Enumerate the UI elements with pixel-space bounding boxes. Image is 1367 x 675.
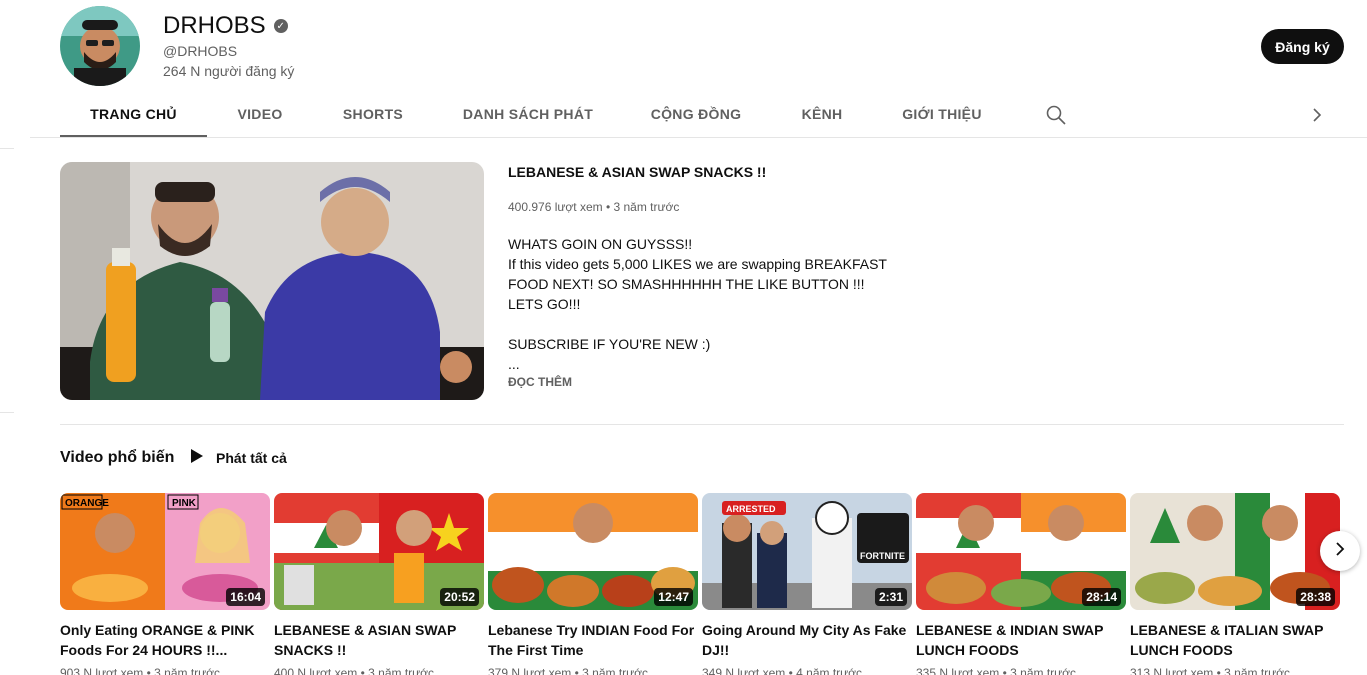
- video-meta: 349 N lượt xem • 4 năm trước: [702, 666, 863, 675]
- video-card[interactable]: ORANGE PINK 16:04 Only Eating ORANGE & P…: [60, 493, 270, 675]
- video-duration: 12:47: [654, 588, 693, 606]
- video-duration: 2:31: [874, 588, 907, 606]
- thumbnail-text: FORTNITE: [860, 551, 905, 561]
- video-duration: 16:04: [226, 588, 265, 606]
- featured-video-title[interactable]: LEBANESE & ASIAN SWAP SNACKS !!: [508, 164, 766, 180]
- video-title[interactable]: Going Around My City As Fake DJ!!: [702, 620, 912, 660]
- search-icon[interactable]: [1045, 104, 1067, 126]
- verified-icon: ✓: [273, 19, 288, 33]
- video-meta: 313 N lượt xem • 3 năm trước: [1130, 666, 1291, 675]
- subscriber-count: 264 N người đăng ký: [163, 63, 295, 79]
- channel-name: DRHOBS ✓: [163, 12, 288, 40]
- sidebar-edge: [0, 412, 14, 413]
- tab-shorts[interactable]: SHORTS: [330, 94, 416, 137]
- video-title[interactable]: LEBANESE & ASIAN SWAP SNACKS !!: [274, 620, 484, 660]
- channel-tabs: TRANG CHỦ VIDEO SHORTS DANH SÁCH PHÁT CỘ…: [30, 94, 1367, 138]
- video-thumbnail[interactable]: 20:52: [274, 493, 484, 610]
- video-thumbnail[interactable]: 28:14: [916, 493, 1126, 610]
- chevron-right-icon[interactable]: [1306, 104, 1328, 126]
- channel-handle: @DRHOBS: [163, 43, 238, 59]
- tab-videos[interactable]: VIDEO: [226, 94, 294, 137]
- video-card[interactable]: 12:47 Lebanese Try INDIAN Food For The F…: [488, 493, 698, 675]
- read-more-link[interactable]: ĐỌC THÊM: [508, 375, 572, 389]
- video-duration: 20:52: [440, 588, 479, 606]
- channel-avatar[interactable]: [60, 6, 140, 86]
- play-all-button[interactable]: Phát tất cả: [188, 448, 287, 467]
- video-title[interactable]: LEBANESE & INDIAN SWAP LUNCH FOODS: [916, 620, 1126, 660]
- thumbnail-text: ARRESTED: [726, 504, 776, 514]
- tab-home[interactable]: TRANG CHỦ: [60, 94, 207, 137]
- video-card[interactable]: ARRESTED FORTNITE 2:31 Going Around My C…: [702, 493, 912, 675]
- tab-community[interactable]: CỘNG ĐỒNG: [642, 94, 750, 137]
- featured-video-meta: 400.976 lượt xem • 3 năm trước: [508, 200, 680, 214]
- video-thumbnail[interactable]: ORANGE PINK 16:04: [60, 493, 270, 610]
- video-thumbnail[interactable]: 12:47: [488, 493, 698, 610]
- video-meta: 379 N lượt xem • 3 năm trước: [488, 666, 649, 675]
- subscribe-button[interactable]: Đăng ký: [1261, 29, 1344, 64]
- video-card[interactable]: 28:38 LEBANESE & ITALIAN SWAP LUNCH FOOD…: [1130, 493, 1340, 675]
- tab-about[interactable]: GIỚI THIỆU: [894, 94, 990, 137]
- video-card[interactable]: 20:52 LEBANESE & ASIAN SWAP SNACKS !! 40…: [274, 493, 484, 675]
- shelf-title[interactable]: Video phổ biến: [60, 449, 174, 467]
- description-line: If this video gets 5,000 LIKES we are sw…: [508, 256, 887, 312]
- play-icon: [188, 448, 204, 467]
- video-meta: 903 N lượt xem • 3 năm trước: [60, 666, 221, 675]
- video-duration: 28:14: [1082, 588, 1121, 606]
- featured-video-thumbnail[interactable]: [60, 162, 484, 400]
- tab-channels[interactable]: KÊNH: [788, 94, 856, 137]
- video-duration: 28:38: [1296, 588, 1335, 606]
- chevron-right-icon: [1331, 540, 1349, 563]
- video-thumbnail[interactable]: 28:38: [1130, 493, 1340, 610]
- description-line: [508, 314, 888, 334]
- shelf-next-button[interactable]: [1320, 531, 1360, 571]
- video-title[interactable]: LEBANESE & ITALIAN SWAP LUNCH FOODS: [1130, 620, 1340, 660]
- video-card[interactable]: 28:14 LEBANESE & INDIAN SWAP LUNCH FOODS…: [916, 493, 1126, 675]
- play-all-label: Phát tất cả: [216, 449, 287, 466]
- sidebar-edge: [0, 148, 14, 149]
- description-line: ...: [508, 356, 520, 372]
- video-thumbnail[interactable]: ARRESTED FORTNITE 2:31: [702, 493, 912, 610]
- video-meta: 335 N lượt xem • 3 năm trước: [916, 666, 1077, 675]
- video-title[interactable]: Only Eating ORANGE & PINK Foods For 24 H…: [60, 620, 270, 660]
- video-meta: 400 N lượt xem • 3 năm trước: [274, 666, 435, 675]
- description-line: SUBSCRIBE IF YOU'RE NEW :): [508, 336, 711, 352]
- tab-playlists[interactable]: DANH SÁCH PHÁT: [454, 94, 602, 137]
- section-divider: [60, 424, 1344, 425]
- video-title[interactable]: Lebanese Try INDIAN Food For The First T…: [488, 620, 698, 660]
- description-line: WHATS GOIN ON GUYSSS!!: [508, 236, 693, 252]
- thumbnail-text: ORANGE: [65, 498, 109, 509]
- thumbnail-text: PINK: [172, 498, 197, 509]
- featured-video-description: WHATS GOIN ON GUYSSS!! If this video get…: [508, 234, 888, 374]
